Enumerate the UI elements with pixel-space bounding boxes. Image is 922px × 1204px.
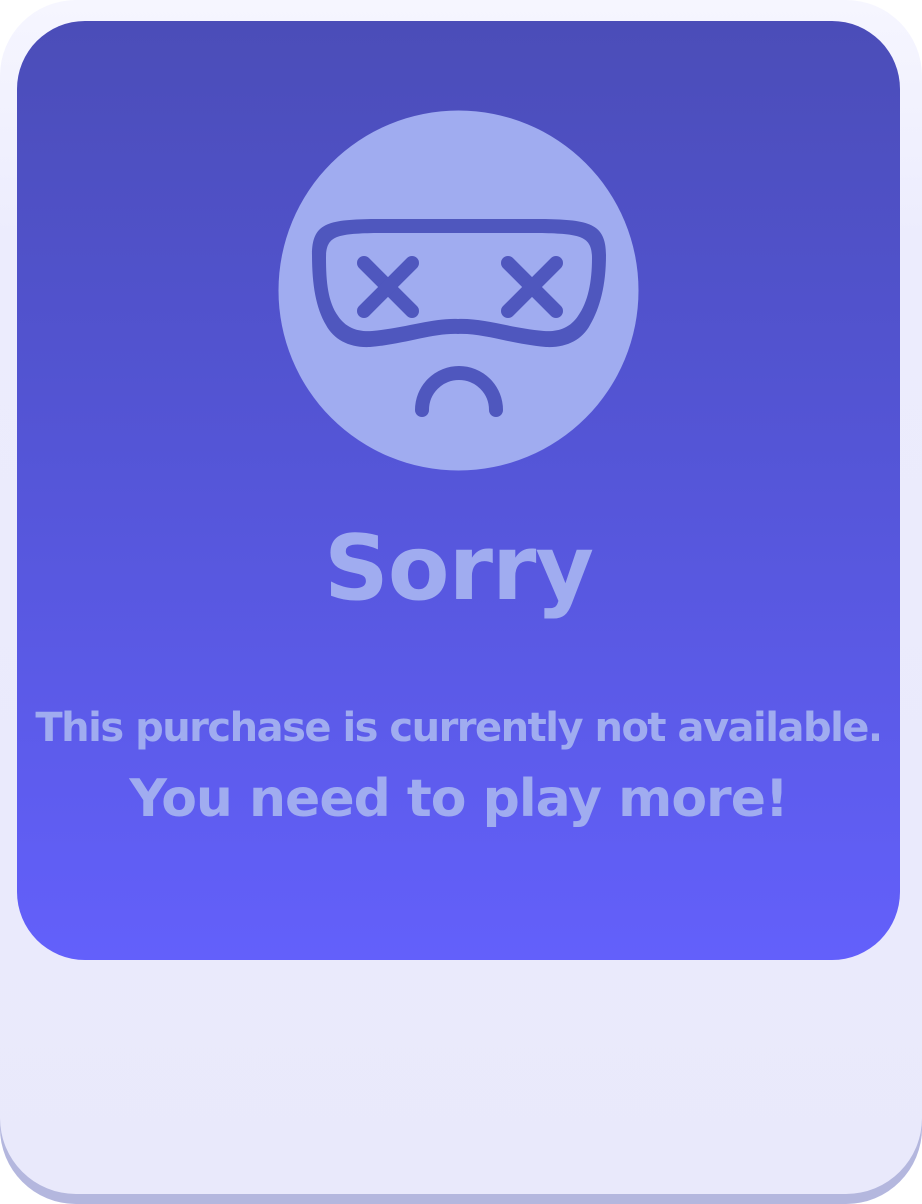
dialog-title: Sorry — [323, 516, 594, 621]
sad-ninja-face-icon — [278, 110, 639, 471]
purchase-unavailable-dialog: Sorry This purchase is currently not ava… — [0, 0, 922, 1204]
unavailable-message: This purchase is currently not available… — [35, 705, 883, 751]
dialog-panel: Sorry This purchase is currently not ava… — [17, 21, 900, 960]
play-more-message: You need to play more! — [129, 769, 788, 829]
